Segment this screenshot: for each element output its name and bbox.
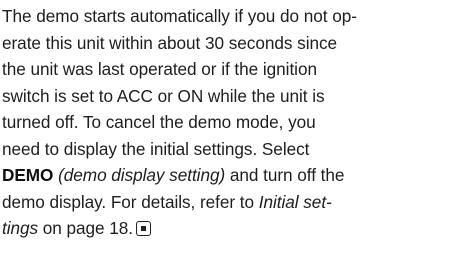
text-line-9: tings on page 18.	[2, 215, 455, 242]
page-reference: on page 18.	[38, 218, 134, 238]
text-line-8-start: demo display. For details, refer to	[2, 191, 259, 212]
text-line-6: need to display the initial settings. Se…	[2, 138, 310, 159]
manual-page: The demo starts automatically if you do …	[0, 0, 463, 256]
text-line-4: switch is set to ACC or ON while the uni…	[2, 85, 325, 106]
text-line-2: erate this unit within about 30 seconds …	[2, 32, 338, 53]
text-line-5: turned off. To cancel the demo mode, you	[2, 112, 316, 132]
text-line-1: The demo starts automatically if you do …	[2, 6, 357, 26]
text-line-7: DEMO (demo display setting) and turn off…	[2, 162, 455, 189]
text-line-3: the unit was last operated or if the ign…	[2, 59, 317, 79]
demo-setting-name: DEMO	[2, 165, 54, 185]
demo-setting-description: (demo display setting)	[58, 165, 226, 185]
text-line-7-rest: and turn off the	[225, 165, 345, 185]
end-of-section-icon	[136, 221, 152, 236]
demo-mode-paragraph: The demo starts automatically if you do …	[2, 3, 455, 242]
text-line-8: demo display. For details, refer to Init…	[2, 189, 455, 216]
initial-settings-reference-part2: tings	[2, 218, 39, 238]
initial-settings-reference-part1: Initial set-	[258, 191, 332, 212]
